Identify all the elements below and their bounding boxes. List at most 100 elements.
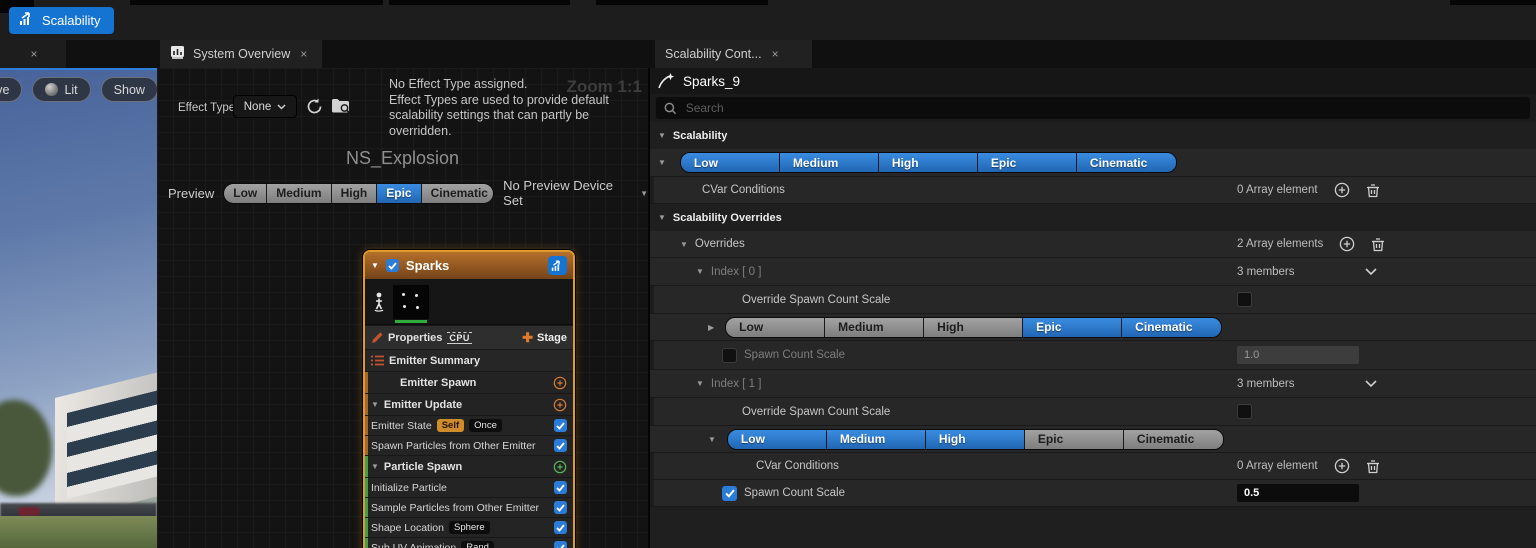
tab-system-overview[interactable]: System Overview × (160, 40, 322, 68)
row-index-0[interactable]: ▼ Index [ 0 ] 3 members (650, 258, 1536, 286)
module-shape-location[interactable]: Shape Location Sphere (365, 517, 573, 537)
emitter-update-group[interactable]: ▼ Emitter Update (365, 393, 573, 415)
module-sample-particles[interactable]: Sample Particles from Other Emitter (365, 497, 573, 517)
module-enabled-checkbox[interactable] (554, 521, 567, 534)
level-viewport[interactable]: tive Lit Show (0, 68, 157, 548)
collapse-triangle-icon[interactable]: ▼ (658, 213, 666, 222)
medium-button[interactable]: Medium (779, 153, 879, 172)
search-box[interactable] (656, 97, 1530, 119)
emitter-spawn-group[interactable]: Emitter Spawn (365, 371, 573, 393)
collapse-triangle-icon[interactable]: ▼ (708, 435, 716, 444)
emitter-enabled-checkbox[interactable] (385, 259, 399, 272)
row-spawn-count-scale-1[interactable]: Spawn Count Scale (650, 480, 1536, 507)
preview-high-button[interactable]: High (331, 183, 378, 203)
module-initialize-particle[interactable]: Initialize Particle (365, 477, 573, 497)
chevron-down-icon[interactable] (1364, 379, 1377, 388)
preview-epic-button[interactable]: Epic (377, 183, 422, 203)
module-enabled-checkbox[interactable] (554, 439, 567, 452)
preview-device-set-dropdown[interactable]: No Preview Device Set ▼ (503, 178, 648, 208)
high-button[interactable]: High (878, 153, 978, 172)
module-enabled-checkbox[interactable] (554, 419, 567, 432)
collapse-triangle-icon[interactable]: ▼ (371, 462, 379, 471)
override-checkbox[interactable] (1237, 404, 1252, 419)
sparks-emitter-node[interactable]: ▼ Sparks Properties CPU ✚ Stage Emitter … (363, 250, 575, 548)
search-input[interactable] (683, 100, 1522, 116)
isolate-emitter-icon[interactable] (373, 292, 385, 312)
category-scalability-overrides[interactable]: ▼ Scalability Overrides (650, 204, 1536, 231)
close-icon[interactable]: × (300, 47, 307, 61)
module-enabled-checkbox[interactable] (554, 501, 567, 514)
preview-low-button[interactable]: Low (224, 183, 268, 203)
add-stage-button[interactable]: ✚ Stage (522, 330, 567, 346)
module-enabled-checkbox[interactable] (554, 481, 567, 494)
tab-collapsed[interactable]: × (0, 40, 66, 68)
perspective-button[interactable]: tive (0, 77, 23, 102)
emitter-scalability-icon[interactable] (548, 256, 567, 275)
row-index-1[interactable]: ▼ Index [ 1 ] 3 members (650, 370, 1536, 398)
spawn-count-scale-input[interactable] (1237, 484, 1359, 502)
delete-array-icon[interactable] (1366, 459, 1380, 474)
add-module-icon[interactable] (553, 460, 567, 474)
system-overview-graph[interactable]: Effect Type None No Effect Type assigned… (157, 68, 648, 548)
browse-asset-icon[interactable] (331, 97, 352, 120)
cinematic-button[interactable]: Cinematic (1122, 317, 1222, 337)
emitter-properties-row[interactable]: Properties CPU ✚ Stage (365, 325, 573, 349)
scalability-window-button[interactable]: Scalability (9, 7, 114, 34)
epic-button[interactable]: Epic (1023, 317, 1123, 337)
lit-mode-button[interactable]: Lit (32, 77, 91, 102)
row-override-spawn-count-scale-1[interactable]: Override Spawn Count Scale (650, 398, 1536, 426)
particle-spawn-group[interactable]: ▼ Particle Spawn (365, 455, 573, 477)
collapse-triangle-icon[interactable]: ▼ (696, 379, 704, 388)
collapse-triangle-icon[interactable]: ▼ (371, 400, 379, 409)
low-button[interactable]: Low (726, 317, 826, 337)
low-button[interactable]: Low (727, 429, 827, 449)
row-spawn-count-scale-0[interactable]: Spawn Count Scale (650, 341, 1536, 370)
cinematic-button[interactable]: Cinematic (1123, 429, 1223, 449)
delete-array-icon[interactable] (1371, 237, 1385, 252)
expand-triangle-icon[interactable]: ▶ (708, 323, 714, 332)
category-scalability[interactable]: ▼ Scalability (650, 122, 1536, 149)
high-button[interactable]: High (924, 317, 1024, 337)
epic-button[interactable]: Epic (1024, 429, 1124, 449)
effect-type-dropdown[interactable]: None (233, 95, 297, 118)
browse-back-icon[interactable] (305, 97, 324, 121)
module-emitter-state[interactable]: Emitter State Self Once (365, 415, 573, 435)
row-cvar-conditions[interactable]: CVar Conditions 0 Array element (650, 177, 1536, 204)
collapse-triangle-icon[interactable]: ▼ (658, 158, 666, 167)
row-override-spawn-count-scale-0[interactable]: Override Spawn Count Scale (650, 286, 1536, 314)
add-array-element-icon[interactable] (1334, 458, 1350, 474)
collapse-triangle-icon[interactable]: ▼ (696, 267, 704, 276)
property-enabled-checkbox[interactable] (722, 485, 737, 501)
property-enabled-checkbox[interactable] (722, 347, 737, 363)
override-checkbox[interactable] (1237, 292, 1252, 307)
close-icon[interactable]: × (772, 47, 779, 61)
preview-medium-button[interactable]: Medium (267, 183, 332, 203)
emitter-preview-thumbnail[interactable] (393, 284, 429, 323)
medium-button[interactable]: Medium (825, 317, 925, 337)
low-button[interactable]: Low (680, 153, 780, 172)
row-overrides[interactable]: ▼ Overrides 2 Array elements (650, 231, 1536, 258)
preview-cinematic-button[interactable]: Cinematic (421, 183, 494, 203)
delete-array-icon[interactable] (1366, 183, 1380, 198)
cinematic-button[interactable]: Cinematic (1076, 153, 1176, 172)
add-module-icon[interactable] (553, 398, 567, 412)
collapse-triangle-icon[interactable]: ▼ (371, 261, 379, 270)
module-spawn-from-other-emitter[interactable]: Spawn Particles from Other Emitter (365, 435, 573, 455)
spawn-count-scale-input[interactable] (1237, 346, 1359, 364)
collapse-triangle-icon[interactable]: ▼ (680, 240, 688, 249)
chevron-down-icon[interactable] (1364, 267, 1377, 276)
high-button[interactable]: High (925, 429, 1025, 449)
show-button[interactable]: Show (100, 77, 157, 102)
close-icon[interactable]: × (30, 47, 37, 61)
module-enabled-checkbox[interactable] (554, 541, 567, 548)
emitter-node-header[interactable]: ▼ Sparks (365, 252, 573, 279)
module-subuv-animation[interactable]: Sub UV Animation Rand (365, 537, 573, 548)
collapse-triangle-icon[interactable]: ▼ (658, 131, 666, 140)
epic-button[interactable]: Epic (977, 153, 1077, 172)
add-array-element-icon[interactable] (1339, 236, 1355, 252)
add-module-icon[interactable] (553, 376, 567, 390)
add-array-element-icon[interactable] (1334, 182, 1350, 198)
tab-scalability-content[interactable]: Scalability Cont... × (655, 40, 812, 68)
emitter-summary-row[interactable]: Emitter Summary (365, 349, 573, 371)
row-cvar-conditions-index1[interactable]: CVar Conditions 0 Array element (650, 453, 1536, 480)
